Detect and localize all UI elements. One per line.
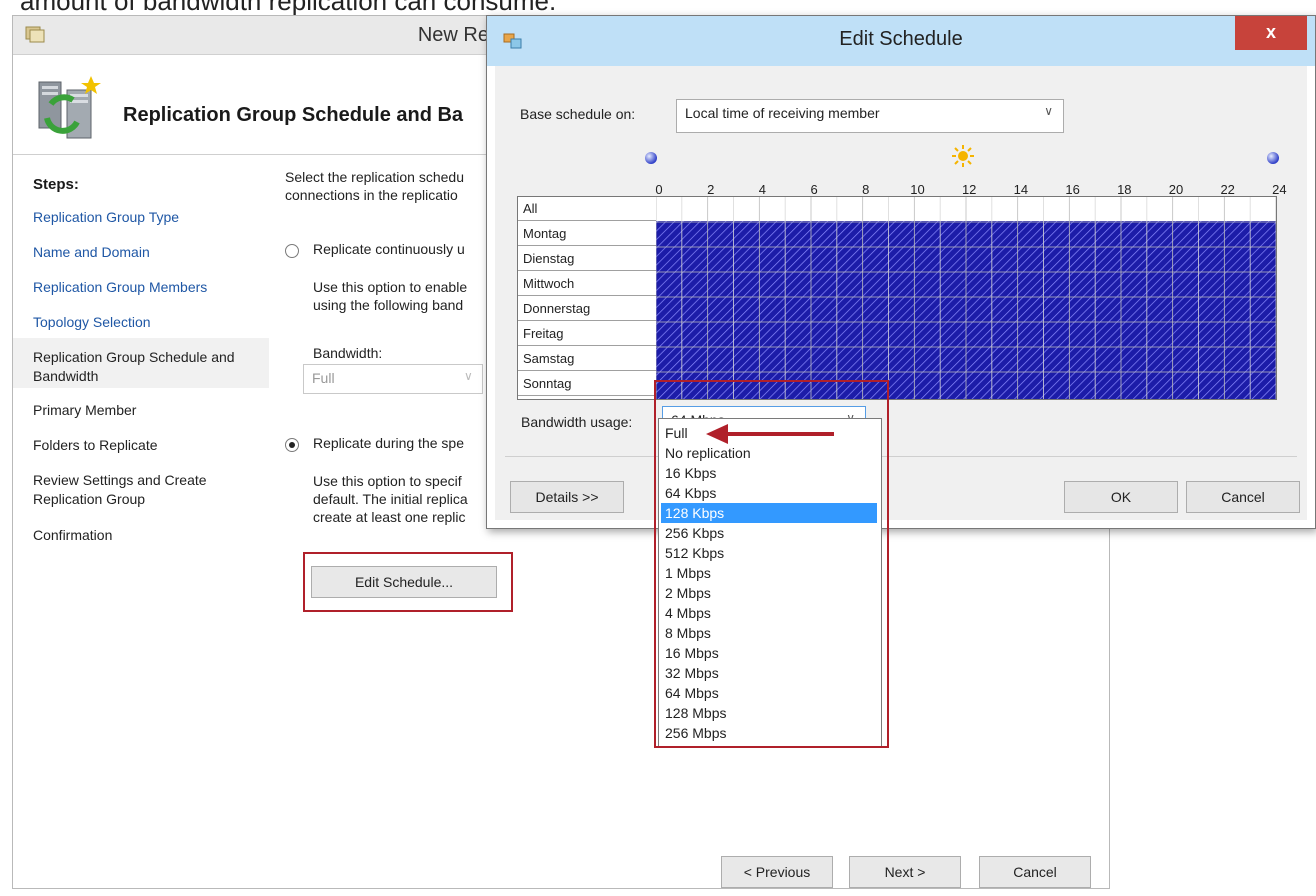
- details-button[interactable]: Details >>: [510, 481, 624, 513]
- base-schedule-label: Base schedule on:: [520, 106, 636, 122]
- replication-server-icon: [38, 76, 101, 139]
- all-days-row[interactable]: All: [518, 197, 656, 221]
- option2-desc-1: Use this option to specif: [313, 473, 462, 489]
- schedule-grid[interactable]: All Montag Dienstag Mittwoch Donnerstag Freit…: [517, 196, 1277, 400]
- bandwidth-select[interactable]: Full ∨: [303, 364, 483, 394]
- step-confirmation: Confirmation: [33, 527, 113, 543]
- chevron-down-icon: ∨: [464, 369, 473, 383]
- day-row[interactable]: Samstag: [518, 347, 656, 371]
- dialog-title: Edit Schedule: [839, 28, 963, 50]
- dialog-divider: [505, 456, 1297, 457]
- next-button[interactable]: Next >: [849, 856, 961, 888]
- step-replication-group-members[interactable]: Replication Group Members: [33, 278, 253, 297]
- dialog-body: Base schedule on: Local time of receivin…: [495, 66, 1307, 520]
- dialog-cancel-button[interactable]: Cancel: [1186, 481, 1300, 513]
- steps-heading: Steps:: [33, 176, 79, 193]
- step-name-and-domain[interactable]: Name and Domain: [33, 243, 253, 262]
- hour-label: 0: [655, 182, 663, 197]
- replicate-during-specified-radio[interactable]: [285, 438, 299, 452]
- replicate-continuously-radio[interactable]: [285, 244, 299, 258]
- noon-sun-icon: [952, 145, 974, 167]
- hour-label: 18: [1117, 182, 1132, 197]
- wizard-title: New Re: [417, 24, 489, 46]
- step-replication-group-type[interactable]: Replication Group Type: [33, 208, 253, 227]
- midnight-moon-end-icon: [1267, 152, 1279, 164]
- hour-label: 8: [862, 182, 870, 197]
- replicate-during-specified-label[interactable]: Replicate during the spe: [313, 434, 485, 452]
- bandwidth-label: Bandwidth:: [313, 345, 383, 361]
- day-row[interactable]: Freitag: [518, 322, 656, 346]
- step-review-settings: Review Settings and Create Replication G…: [33, 472, 207, 507]
- hour-label: 12: [961, 182, 977, 197]
- hour-label: 6: [810, 182, 818, 197]
- hour-label: 20: [1168, 182, 1184, 197]
- option2-desc-2: default. The initial replica: [313, 491, 468, 507]
- step-folders-to-replicate: Folders to Replicate: [33, 437, 158, 453]
- red-arrow-icon: [706, 424, 834, 444]
- day-row[interactable]: Mittwoch: [518, 272, 656, 296]
- intro-line-2: connections in the replicatio: [285, 187, 458, 203]
- bandwidth-usage-label: Bandwidth usage:: [521, 414, 633, 430]
- day-row[interactable]: Montag: [518, 222, 656, 246]
- page-title: Replication Group Schedule and Ba: [123, 104, 464, 126]
- schedule-cells[interactable]: [656, 197, 1276, 399]
- replicate-continuously-label[interactable]: Replicate continuously u: [313, 240, 485, 258]
- day-row[interactable]: Donnerstag: [518, 297, 656, 321]
- hour-label: 2: [707, 182, 715, 197]
- ok-button[interactable]: OK: [1064, 481, 1178, 513]
- step-schedule-and-bandwidth: Replication Group Schedule and Bandwidth: [33, 349, 235, 384]
- bandwidth-select-value: Full: [312, 370, 335, 386]
- hour-label: 14: [1013, 182, 1029, 197]
- base-schedule-select[interactable]: Local time of receiving member ∨: [676, 99, 1064, 133]
- day-row[interactable]: Dienstag: [518, 247, 656, 271]
- option1-desc-1: Use this option to enable: [313, 279, 468, 295]
- midnight-moon-icon: [645, 152, 657, 164]
- intro-line-1: Select the replication schedu: [285, 169, 464, 185]
- previous-button[interactable]: < Previous: [721, 856, 833, 888]
- dialog-title-bar: Edit Schedule x: [487, 16, 1315, 66]
- hour-label: 22: [1220, 182, 1235, 197]
- edit-schedule-button[interactable]: Edit Schedule...: [311, 566, 497, 598]
- hour-label: 16: [1065, 182, 1080, 197]
- step-topology-selection[interactable]: Topology Selection: [33, 313, 253, 332]
- chevron-down-icon: ∨: [1044, 104, 1053, 118]
- step-primary-member: Primary Member: [33, 402, 137, 418]
- hour-label: 24: [1272, 182, 1287, 197]
- option2-desc-3: create at least one replic: [313, 509, 466, 525]
- steps-panel: Steps: Replication Group Type Name and D…: [13, 156, 269, 876]
- hour-label: 10: [910, 182, 925, 197]
- close-icon[interactable]: x: [1235, 16, 1307, 50]
- hour-label: 4: [758, 182, 766, 197]
- day-row[interactable]: Sonntag: [518, 372, 656, 396]
- option1-desc-2: using the following band: [313, 297, 464, 313]
- wizard-cancel-button[interactable]: Cancel: [979, 856, 1091, 888]
- base-schedule-value: Local time of receiving member: [685, 105, 880, 121]
- edit-schedule-dialog: Edit Schedule x Base schedule on: Local …: [486, 15, 1316, 529]
